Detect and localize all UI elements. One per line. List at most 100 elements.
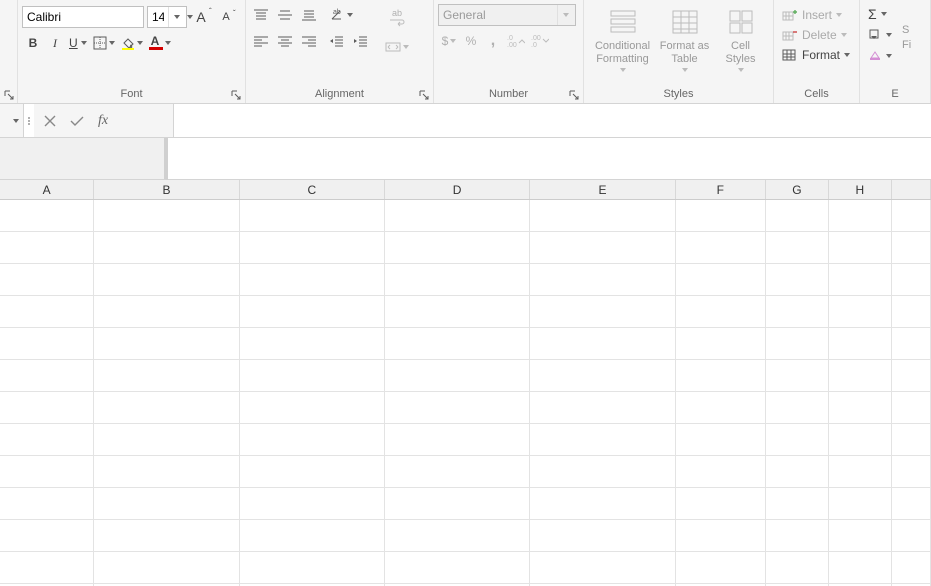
underline-button[interactable]: U: [66, 32, 90, 54]
font-color-button[interactable]: A: [146, 32, 174, 54]
column-header[interactable]: H: [829, 180, 892, 199]
cell[interactable]: [94, 392, 239, 424]
cell[interactable]: [94, 200, 239, 232]
cell[interactable]: [0, 456, 94, 488]
cell[interactable]: [0, 328, 94, 360]
cell[interactable]: [530, 200, 675, 232]
cell[interactable]: [766, 488, 829, 520]
cell[interactable]: [892, 328, 931, 360]
cell[interactable]: [0, 360, 94, 392]
cell[interactable]: [240, 488, 385, 520]
column-header[interactable]: [892, 180, 931, 199]
cell[interactable]: [94, 520, 239, 552]
cell[interactable]: [829, 520, 892, 552]
cell[interactable]: [530, 232, 675, 264]
cell[interactable]: [385, 424, 530, 456]
wrap-text-button[interactable]: ab: [382, 4, 412, 32]
cell[interactable]: [766, 392, 829, 424]
grow-font-button[interactable]: Aˆ: [190, 6, 212, 28]
cell[interactable]: [892, 200, 931, 232]
cell[interactable]: [94, 456, 239, 488]
cell[interactable]: [94, 296, 239, 328]
cell[interactable]: [240, 520, 385, 552]
font-size-input[interactable]: [148, 10, 168, 24]
currency-button[interactable]: $: [438, 30, 460, 52]
cell[interactable]: [892, 520, 931, 552]
cell[interactable]: [0, 200, 94, 232]
cell[interactable]: [676, 360, 766, 392]
cell[interactable]: [829, 264, 892, 296]
cell[interactable]: [385, 360, 530, 392]
cell[interactable]: [240, 200, 385, 232]
cell[interactable]: [385, 456, 530, 488]
cell[interactable]: [385, 296, 530, 328]
cell[interactable]: [385, 264, 530, 296]
cell[interactable]: [385, 520, 530, 552]
number-format-combo[interactable]: [438, 4, 576, 26]
cell[interactable]: [676, 232, 766, 264]
conditional-formatting-button[interactable]: Conditional Formatting: [593, 4, 653, 72]
column-header[interactable]: C: [240, 180, 385, 199]
cell[interactable]: [530, 552, 675, 584]
delete-button[interactable]: Delete: [778, 25, 851, 45]
font-dialog-launcher[interactable]: [230, 89, 242, 101]
cell[interactable]: [240, 264, 385, 296]
cell[interactable]: [892, 392, 931, 424]
alignment-dialog-launcher[interactable]: [418, 89, 430, 101]
cell[interactable]: [240, 392, 385, 424]
cell[interactable]: [0, 296, 94, 328]
align-middle-button[interactable]: [274, 4, 296, 26]
cell[interactable]: [829, 488, 892, 520]
bold-button[interactable]: B: [22, 32, 44, 54]
cell[interactable]: [0, 552, 94, 584]
borders-button[interactable]: [90, 32, 118, 54]
formula-input[interactable]: [174, 104, 931, 137]
cell[interactable]: [385, 200, 530, 232]
cell[interactable]: [530, 456, 675, 488]
cell[interactable]: [94, 232, 239, 264]
fill-button[interactable]: [864, 25, 896, 45]
format-as-table-button[interactable]: Format as Table: [655, 4, 715, 72]
cell[interactable]: [676, 200, 766, 232]
cell[interactable]: [0, 424, 94, 456]
cell[interactable]: [676, 552, 766, 584]
cell[interactable]: [94, 552, 239, 584]
cell[interactable]: [892, 424, 931, 456]
cell[interactable]: [0, 520, 94, 552]
align-top-button[interactable]: [250, 4, 272, 26]
cell[interactable]: [94, 360, 239, 392]
cell[interactable]: [766, 296, 829, 328]
cell[interactable]: [530, 424, 675, 456]
column-header[interactable]: E: [530, 180, 675, 199]
cell[interactable]: [385, 328, 530, 360]
dialog-launcher-icon[interactable]: [3, 89, 15, 101]
cell[interactable]: [766, 232, 829, 264]
cell[interactable]: [892, 456, 931, 488]
cell[interactable]: [240, 232, 385, 264]
cell[interactable]: [829, 232, 892, 264]
cell[interactable]: [829, 552, 892, 584]
cell[interactable]: [385, 552, 530, 584]
cell[interactable]: [0, 264, 94, 296]
cell[interactable]: [530, 360, 675, 392]
cell[interactable]: [94, 424, 239, 456]
cell[interactable]: [766, 360, 829, 392]
decrease-decimal-button[interactable]: .00.0: [528, 30, 552, 52]
cell[interactable]: [385, 488, 530, 520]
cell[interactable]: [676, 520, 766, 552]
cancel-icon[interactable]: [44, 115, 56, 127]
italic-button[interactable]: I: [44, 32, 66, 54]
cell[interactable]: [530, 264, 675, 296]
clear-button[interactable]: [864, 46, 896, 66]
cell[interactable]: [94, 264, 239, 296]
fill-color-button[interactable]: [118, 32, 146, 54]
cell[interactable]: [94, 328, 239, 360]
cell[interactable]: [829, 200, 892, 232]
font-name-combo[interactable]: [22, 6, 144, 28]
cell[interactable]: [240, 360, 385, 392]
fx-icon[interactable]: fx: [98, 113, 108, 129]
cell[interactable]: [766, 264, 829, 296]
cell[interactable]: [530, 328, 675, 360]
cell[interactable]: [892, 296, 931, 328]
autosum-button[interactable]: Σ: [864, 4, 896, 24]
